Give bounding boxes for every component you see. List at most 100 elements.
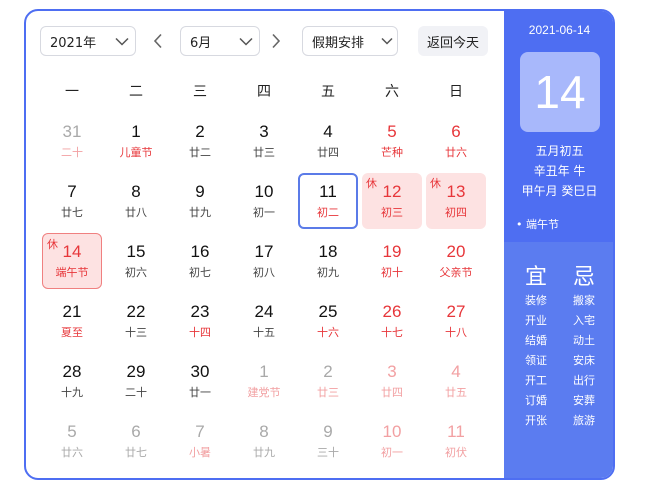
day-cell[interactable]: 31 二十	[42, 113, 102, 169]
day-number: 12	[382, 182, 402, 201]
day-cell[interactable]: 9 廿九	[170, 173, 230, 229]
month-select-value: 6月	[190, 35, 212, 51]
day-cell[interactable]: 30 廿一	[170, 353, 230, 409]
selected-date: 2021-06-14	[528, 23, 591, 37]
day-cell[interactable]: 9 三十	[298, 413, 358, 469]
day-number: 2	[323, 362, 333, 381]
day-number: 3	[259, 122, 269, 141]
lunar-label: 廿五	[445, 386, 467, 399]
lunar-label: 十六	[317, 326, 339, 339]
day-number: 10	[382, 422, 402, 441]
day-cell[interactable]: 27 十八	[426, 293, 486, 349]
day-cell[interactable]: 4 廿四	[298, 113, 358, 169]
yi-item: 订婚	[525, 394, 547, 407]
day-number: 16	[190, 242, 210, 261]
day-cell[interactable]: 1 儿童节	[106, 113, 166, 169]
day-cell[interactable]: 10 初一	[362, 413, 422, 469]
calendar-widget: 2021年 6月 假期安排 返回今天 一 二 三 四 五 六 日 31 二十 1…	[24, 9, 615, 480]
day-number: 21	[62, 302, 82, 321]
selected-day-number: 14	[520, 52, 600, 132]
lunar-label: 十八	[445, 326, 467, 339]
lunar-label: 廿三	[317, 386, 339, 399]
lunar-label: 廿八	[125, 206, 147, 219]
day-cell[interactable]: 19 初十	[362, 233, 422, 289]
day-number: 15	[126, 242, 146, 261]
day-detail-panel: 2021-06-14 14 五月初五 辛丑年 牛 甲午月 癸巳日 • 端午节 宜…	[504, 11, 613, 478]
day-cell[interactable]: 休 14 端午节	[42, 233, 102, 289]
day-number: 24	[254, 302, 274, 321]
chevron-down-icon	[377, 37, 397, 45]
lunar-label: 廿六	[445, 146, 467, 159]
lunar-label: 廿九	[189, 206, 211, 219]
lunar-label: 初三	[381, 206, 403, 219]
day-cell[interactable]: 5 芒种	[362, 113, 422, 169]
day-cell[interactable]: 11 初伏	[426, 413, 486, 469]
holiday-select[interactable]: 假期安排	[302, 26, 398, 56]
day-cell[interactable]: 16 初七	[170, 233, 230, 289]
day-cell[interactable]: 21 夏至	[42, 293, 102, 349]
next-month-button[interactable]	[268, 29, 284, 53]
lunar-label: 十九	[61, 386, 83, 399]
month-select[interactable]: 6月	[180, 26, 260, 56]
day-number: 22	[126, 302, 146, 321]
yi-item: 装修	[525, 294, 547, 307]
lunar-label: 夏至	[61, 326, 83, 339]
day-number: 2	[195, 122, 205, 141]
chevron-down-icon	[233, 37, 259, 46]
day-number: 9	[195, 182, 205, 201]
day-cell[interactable]: 2 廿二	[170, 113, 230, 169]
day-cell[interactable]: 3 廿三	[234, 113, 294, 169]
day-cell[interactable]: 4 廿五	[426, 353, 486, 409]
day-cell[interactable]: 8 廿八	[106, 173, 166, 229]
day-cell[interactable]: 6 廿六	[426, 113, 486, 169]
day-number: 6	[451, 122, 461, 141]
prev-month-button[interactable]	[150, 29, 166, 53]
lunar-label: 廿三	[253, 146, 275, 159]
day-cell[interactable]: 8 廿九	[234, 413, 294, 469]
year-select-value: 2021年	[50, 35, 97, 51]
lunar-label: 小暑	[189, 446, 211, 459]
day-cell[interactable]: 25 十六	[298, 293, 358, 349]
day-cell[interactable]: 5 廿六	[42, 413, 102, 469]
day-cell[interactable]: 休 12 初三	[362, 173, 422, 229]
day-cell[interactable]: 11 初二	[298, 173, 358, 229]
day-number: 7	[195, 422, 205, 441]
rest-day-badge: 休	[366, 177, 377, 190]
back-to-today-button[interactable]: 返回今天	[418, 26, 488, 56]
day-number: 1	[131, 122, 141, 141]
day-cell[interactable]: 22 十三	[106, 293, 166, 349]
day-cell[interactable]: 23 十四	[170, 293, 230, 349]
day-cell[interactable]: 28 十九	[42, 353, 102, 409]
day-cell[interactable]: 20 父亲节	[426, 233, 486, 289]
day-number: 4	[451, 362, 461, 381]
yi-item: 开业	[525, 314, 547, 327]
day-cell[interactable]: 3 廿四	[362, 353, 422, 409]
day-cell[interactable]: 1 建党节	[234, 353, 294, 409]
day-number: 28	[62, 362, 82, 381]
lunar-label: 初七	[189, 266, 211, 279]
day-number: 23	[190, 302, 210, 321]
lunar-date: 五月初五	[535, 144, 584, 158]
lunar-label: 初一	[253, 206, 275, 219]
day-cell[interactable]: 29 二十	[106, 353, 166, 409]
day-cell[interactable]: 2 廿三	[298, 353, 358, 409]
yi-title: 宜	[524, 265, 547, 290]
day-cell[interactable]: 休 13 初四	[426, 173, 486, 229]
lunar-label: 父亲节	[439, 266, 473, 279]
day-cell[interactable]: 7 小暑	[170, 413, 230, 469]
chevron-left-icon	[153, 33, 162, 49]
day-cell[interactable]: 18 初九	[298, 233, 358, 289]
day-cell[interactable]: 15 初六	[106, 233, 166, 289]
lunar-label: 二十	[61, 146, 83, 159]
day-cell[interactable]: 7 廿七	[42, 173, 102, 229]
year-select[interactable]: 2021年	[40, 26, 136, 56]
day-number: 27	[446, 302, 466, 321]
day-cell[interactable]: 26 十七	[362, 293, 422, 349]
day-cell[interactable]: 17 初八	[234, 233, 294, 289]
day-cell[interactable]: 10 初一	[234, 173, 294, 229]
day-cell[interactable]: 6 廿七	[106, 413, 166, 469]
ji-item: 搬家	[573, 294, 595, 307]
day-cell[interactable]: 24 十五	[234, 293, 294, 349]
day-number: 29	[126, 362, 146, 381]
weekday-label: 六	[385, 84, 399, 100]
